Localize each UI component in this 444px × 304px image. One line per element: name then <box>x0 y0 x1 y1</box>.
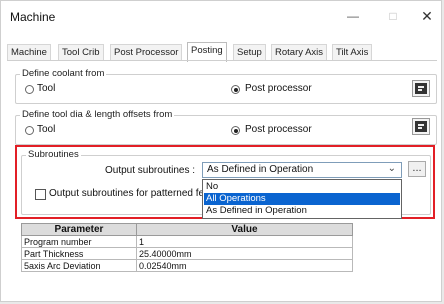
offsets-post-processor-label: Post processor <box>245 124 312 135</box>
output-subroutines-value: As Defined in Operation <box>207 164 314 175</box>
value-column-header: Value <box>136 223 353 236</box>
patterned-subroutines-label: Output subroutines for patterned fe <box>49 188 205 199</box>
offsets-post-processor-radio[interactable] <box>231 126 240 135</box>
parameter-value[interactable]: 25.40000mm <box>136 247 353 260</box>
table-row[interactable]: Part Thickness 25.40000mm <box>21 247 353 260</box>
tab-tilt-axis[interactable]: Tilt Axis <box>332 44 373 61</box>
machine-dialog: Machine — □ ✕ Machine Tool Crib Post Pro… <box>0 0 442 302</box>
parameter-name: Program number <box>21 235 137 248</box>
tab-rotary-axis[interactable]: Rotary Axis <box>271 44 328 61</box>
minimize-button[interactable]: — <box>341 7 365 25</box>
option-as-defined-in-operation[interactable]: As Defined in Operation <box>204 205 400 217</box>
edit-icon <box>415 121 427 132</box>
tab-strip: Machine Tool Crib Post Processor Posting… <box>7 42 437 62</box>
coolant-tool-radio[interactable] <box>25 85 34 94</box>
chevron-down-icon: ⌄ <box>387 163 396 174</box>
subroutines-legend: Subroutines <box>26 149 81 160</box>
maximize-button[interactable]: □ <box>381 7 405 25</box>
window-title: Machine <box>10 10 56 24</box>
parameter-value[interactable]: 0.02540mm <box>136 259 353 272</box>
close-button[interactable]: ✕ <box>415 7 439 25</box>
parameter-name: 5axis Arc Deviation <box>21 259 137 272</box>
output-subroutines-label: Output subroutines : <box>105 165 196 176</box>
parameter-value[interactable]: 1 <box>136 235 353 248</box>
coolant-post-processor-label: Post processor <box>245 83 312 94</box>
option-no[interactable]: No <box>204 181 400 193</box>
tool-offsets-legend: Define tool dia & length offsets from <box>20 109 175 120</box>
coolant-legend: Define coolant from <box>20 68 107 79</box>
offsets-tool-label: Tool <box>37 124 56 135</box>
table-header-row: Parameter Value <box>21 223 353 236</box>
parameter-name: Part Thickness <box>21 247 137 260</box>
offsets-tool-radio[interactable] <box>25 126 34 135</box>
table-row[interactable]: Program number 1 <box>21 235 353 248</box>
subroutines-dropdown-list: No All Operations As Defined in Operatio… <box>202 179 402 219</box>
table-row[interactable]: 5axis Arc Deviation 0.02540mm <box>21 259 353 272</box>
patterned-subroutines-checkbox[interactable] <box>35 189 46 200</box>
tab-divider <box>7 60 437 61</box>
tab-tool-crib[interactable]: Tool Crib <box>58 44 104 61</box>
coolant-post-processor-radio[interactable] <box>231 85 240 94</box>
offsets-edit-button[interactable] <box>412 118 430 135</box>
option-all-operations[interactable]: All Operations <box>204 193 400 205</box>
output-subroutines-select[interactable]: As Defined in Operation ⌄ <box>202 162 402 178</box>
title-bar: Machine — □ ✕ <box>1 1 441 31</box>
parameter-column-header: Parameter <box>21 223 137 236</box>
tab-post-processor[interactable]: Post Processor <box>110 44 183 61</box>
coolant-tool-label: Tool <box>37 83 56 94</box>
tab-posting[interactable]: Posting <box>187 42 227 62</box>
parameter-table: Parameter Value Program number 1 Part Th… <box>21 223 353 272</box>
edit-icon <box>415 83 427 94</box>
tab-setup[interactable]: Setup <box>233 44 266 61</box>
more-button[interactable]: ... <box>408 161 426 177</box>
coolant-edit-button[interactable] <box>412 80 430 97</box>
tab-machine[interactable]: Machine <box>7 44 51 61</box>
